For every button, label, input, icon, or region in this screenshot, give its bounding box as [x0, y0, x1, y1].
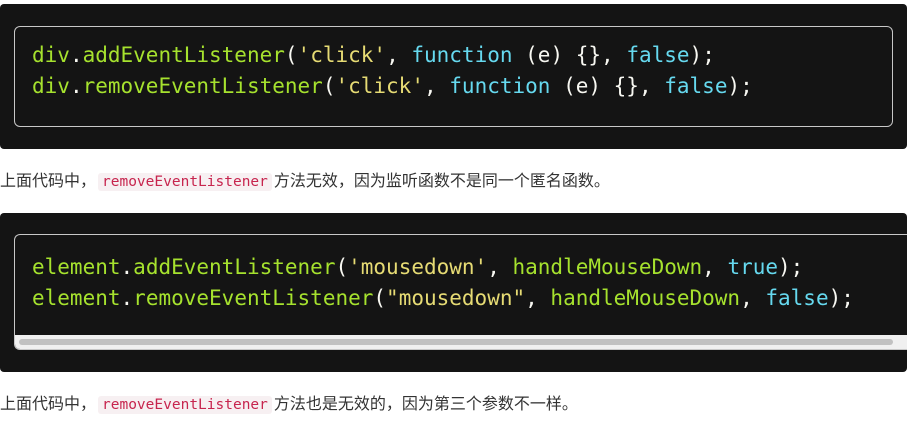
code-token-punctuation: , [423, 74, 450, 98]
code-token-punctuation: ); [727, 74, 753, 98]
code-token-punctuation: ( [373, 286, 387, 310]
code-token-keyword: function [411, 43, 513, 67]
inline-code: removeEventListener [98, 396, 272, 414]
paragraph-1: 上面代码中， removeEventListener 方法无效，因为监听函数不是同一… [0, 169, 610, 194]
code-block-2: element.addEventListener('mousedown', ha… [0, 213, 907, 372]
code-token-punctuation: . [120, 286, 134, 310]
code-block-2-content: element.addEventListener('mousedown', ha… [15, 235, 907, 314]
code-token-object: div [32, 43, 70, 67]
code-token-punctuation: ( [322, 74, 336, 98]
code-token-object: div [32, 74, 70, 98]
inline-code: removeEventListener [98, 173, 272, 191]
code-token-boolean: false [626, 43, 690, 67]
code-token-string: 'click' [297, 43, 387, 67]
code-token-punctuation: , [525, 286, 551, 310]
code-token-string: 'mousedown' [348, 255, 488, 279]
code-block-1-inner: div.addEventListener('click', function (… [14, 26, 893, 127]
code-block-1: div.addEventListener('click', function (… [0, 4, 907, 149]
code-token-punctuation: ); [828, 286, 854, 310]
code-token-punctuation: . [69, 43, 83, 67]
code-token-boolean: false [765, 286, 829, 310]
code-token-punctuation: ); [689, 43, 715, 67]
code-token-object: element [32, 286, 121, 310]
code-line: element.removeEventListener("mousedown",… [32, 286, 854, 310]
paragraph-text: 上面代码中， [0, 394, 97, 413]
horizontal-scrollbar[interactable] [15, 335, 907, 349]
code-token-punctuation: ( [335, 255, 349, 279]
paragraph-text: 上面代码中， [0, 171, 97, 190]
code-token-method: removeEventListener [82, 74, 323, 98]
code-token-punctuation: , [386, 43, 412, 67]
code-token-params: (e) {} [512, 43, 602, 67]
code-block-1-content: div.addEventListener('click', function (… [15, 27, 892, 102]
code-line: element.addEventListener('mousedown', ha… [32, 255, 803, 279]
code-token-string: "mousedown" [386, 286, 526, 310]
code-token-string: 'click' [335, 74, 424, 98]
code-token-object: element [32, 255, 121, 279]
code-token-punctuation: . [120, 255, 134, 279]
code-line: div.addEventListener('click', function (… [32, 43, 715, 67]
code-token-method: addEventListener [133, 255, 336, 279]
code-token-method: addEventListener [82, 43, 285, 67]
code-line: div.removeEventListener('click', functio… [32, 74, 753, 98]
code-token-handler: handleMouseDown [550, 286, 741, 310]
code-token-punctuation: , [740, 286, 766, 310]
code-token-punctuation: , [487, 255, 513, 279]
code-token-method: removeEventListener [133, 286, 374, 310]
code-token-params: (e) {} [550, 74, 639, 98]
scrollbar-thumb[interactable] [19, 339, 893, 345]
code-token-handler: handleMouseDown [512, 255, 703, 279]
paragraph-text: 方法也是无效的，因为第三个参数不一样。 [273, 394, 578, 413]
code-token-punctuation: ( [284, 43, 298, 67]
code-token-boolean: false [664, 74, 728, 98]
paragraph-text: 方法无效，因为监听函数不是同一个匿名函数。 [273, 171, 610, 190]
paragraph-2: 上面代码中， removeEventListener 方法也是无效的，因为第三个参数… [0, 392, 578, 417]
code-token-punctuation: , [638, 74, 665, 98]
code-token-punctuation: ); [778, 255, 804, 279]
code-block-2-inner: element.addEventListener('mousedown', ha… [14, 234, 907, 350]
code-token-punctuation: . [69, 74, 83, 98]
code-token-punctuation: , [601, 43, 627, 67]
code-token-keyword: function [449, 74, 551, 98]
code-token-punctuation: , [702, 255, 728, 279]
code-token-boolean: true [727, 255, 779, 279]
